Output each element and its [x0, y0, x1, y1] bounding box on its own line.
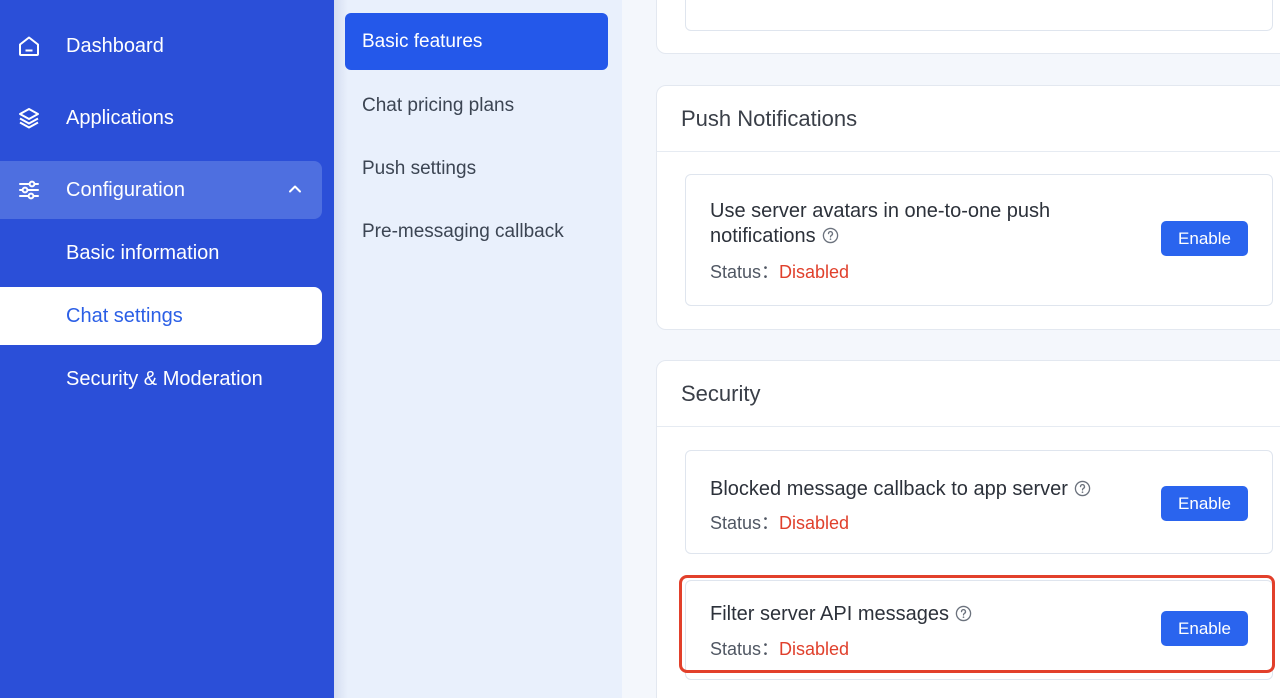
setting-title-text: Blocked message callback to app server [710, 478, 1068, 500]
sliders-icon [16, 177, 42, 203]
chevron-up-icon[interactable] [286, 180, 304, 198]
setting-title: Use server avatars in one-to-one push no… [710, 199, 1130, 249]
highlight-box [679, 575, 1275, 673]
setting-status: Status：Disabled [710, 509, 849, 535]
sidebar-item-applications[interactable]: Applications [0, 89, 322, 147]
setting-title-text: Use server avatars in one-to-one push no… [710, 200, 1051, 247]
sidebar-subitem-chat-settings[interactable]: Chat settings [0, 287, 322, 345]
sidebar-subitem-basic-information[interactable]: Basic information [0, 224, 322, 282]
setting-item-blocked-message-callback: Blocked message callback to app server S… [685, 450, 1273, 554]
status-value: Disabled [779, 262, 850, 282]
sidebar-subitem-label: Security & Moderation [66, 367, 263, 390]
status-label: Status： [710, 513, 780, 533]
menu-item-label: Pre-messaging callback [362, 220, 564, 242]
menu-item-chat-pricing-plans[interactable]: Chat pricing plans [345, 77, 608, 134]
sidebar-subitem-security-moderation[interactable]: Security & Moderation [0, 350, 322, 408]
layers-icon [16, 105, 42, 131]
menu-item-pre-messaging-callback[interactable]: Pre-messaging callback [345, 203, 608, 260]
primary-sidebar: Dashboard Applications Configuration Bas… [0, 0, 334, 698]
menu-item-push-settings[interactable]: Push settings [345, 140, 608, 197]
section-title: Security [657, 361, 1280, 427]
setting-title: Blocked message callback to app server [710, 477, 1130, 502]
sidebar-item-label: Applications [66, 106, 174, 129]
secondary-menu: Basic features Chat pricing plans Push s… [334, 0, 622, 698]
status-value: Disabled [779, 513, 850, 533]
help-icon[interactable] [1074, 480, 1091, 497]
sidebar-item-configuration[interactable]: Configuration [0, 161, 322, 219]
sidebar-item-label: Dashboard [66, 34, 164, 57]
setting-status: Status：Disabled [710, 258, 849, 284]
home-icon [16, 33, 42, 59]
help-icon[interactable] [822, 227, 839, 244]
menu-item-label: Push settings [362, 157, 477, 179]
menu-item-label: Chat pricing plans [362, 94, 515, 116]
sidebar-item-label: Configuration [66, 178, 185, 201]
setting-item-server-avatars: Use server avatars in one-to-one push no… [685, 174, 1273, 306]
sidebar-subitem-label: Basic information [66, 241, 220, 264]
push-notifications-card: Push Notifications Use server avatars in… [656, 85, 1280, 330]
menu-item-basic-features[interactable]: Basic features [345, 13, 608, 70]
menu-item-label: Basic features [362, 30, 483, 52]
status-label: Status： [710, 262, 780, 282]
previous-section-card [656, 0, 1280, 54]
enable-button[interactable]: Enable [1161, 486, 1248, 521]
sidebar-item-dashboard[interactable]: Dashboard [0, 17, 322, 75]
previous-section-item [685, 0, 1273, 31]
section-title: Push Notifications [657, 86, 1280, 152]
enable-button[interactable]: Enable [1161, 221, 1248, 256]
sidebar-subitem-label: Chat settings [66, 304, 183, 327]
